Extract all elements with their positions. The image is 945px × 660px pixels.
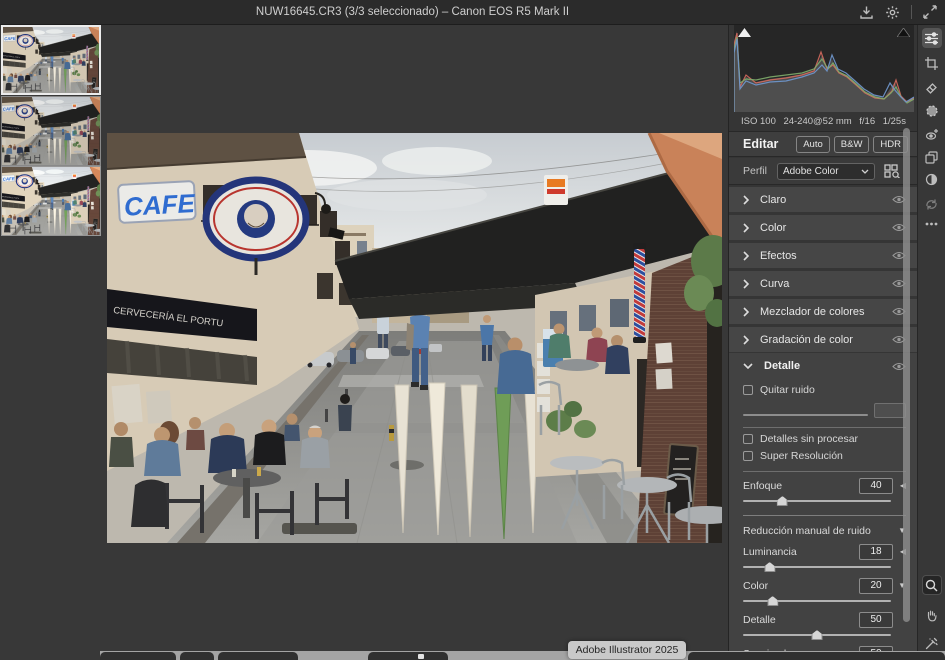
thumbnail-2[interactable]: [1, 96, 101, 166]
section-efectos[interactable]: Efectos: [729, 243, 918, 268]
section-claro[interactable]: Claro: [729, 187, 918, 212]
chevron-right-icon[interactable]: [743, 279, 749, 289]
thumbnail-1-selected[interactable]: [1, 25, 101, 95]
settings-gear-icon[interactable]: [885, 5, 900, 20]
chevron-down-icon[interactable]: [743, 363, 753, 369]
section-detalle-expanded: Detalle Quitar ruido Detalles sin proces…: [729, 353, 918, 652]
profile-value: Adobe Color: [783, 166, 839, 177]
aperture-value: f/16: [859, 116, 875, 127]
versions-icon[interactable]: [922, 147, 942, 167]
quitar-ruido-checkbox[interactable]: [743, 385, 753, 395]
super-resolucion-label: Super Resolución: [760, 450, 843, 462]
dock-app-icon: [418, 654, 424, 659]
sync-icon[interactable]: [922, 194, 942, 214]
chevron-right-icon[interactable]: [743, 251, 749, 261]
slider-thumb[interactable]: [764, 562, 775, 572]
title-bar: NUW16645.CR3 (3/3 seleccionado) – Canon …: [0, 0, 945, 25]
section-detalle-header[interactable]: Detalle: [729, 353, 918, 379]
zoom-tool-icon[interactable]: [922, 575, 942, 595]
section-list: Claro Color Efectos Curva Mezclador de c…: [729, 187, 918, 355]
window-title: NUW16645.CR3 (3/3 seleccionado) – Canon …: [0, 0, 825, 24]
more-options-icon[interactable]: [922, 214, 942, 234]
chevron-right-icon[interactable]: [743, 195, 749, 205]
super-resolucion-checkbox[interactable]: [743, 451, 753, 461]
white-balance-sampler-icon[interactable]: [922, 633, 942, 653]
luminancia-label: Luminancia: [743, 546, 859, 558]
enfoque-value-box[interactable]: 40: [859, 478, 893, 494]
enfoque-slider[interactable]: [743, 496, 891, 506]
healing-remove-tool-icon[interactable]: [922, 77, 942, 97]
chevron-right-icon[interactable]: [743, 335, 749, 345]
section-mezclador[interactable]: Mezclador de colores: [729, 299, 918, 324]
section-color[interactable]: Color: [729, 215, 918, 240]
section-curva[interactable]: Curva: [729, 271, 918, 296]
main-photo-canvas[interactable]: [107, 133, 722, 543]
section-gradacion[interactable]: Gradación de color: [729, 327, 918, 352]
quitar-ruido-label: Quitar ruido: [760, 384, 815, 396]
dock[interactable]: [100, 651, 945, 660]
slider-thumb[interactable]: [767, 596, 778, 606]
color-nr-slider[interactable]: [743, 596, 891, 606]
masking-tool-icon[interactable]: [922, 101, 942, 121]
auto-button[interactable]: Auto: [796, 136, 830, 153]
divider: [743, 471, 906, 472]
detal-nr-value-box[interactable]: 50: [859, 612, 893, 628]
slider-thumb[interactable]: [812, 630, 823, 640]
detal-nr-label: Detalle: [743, 614, 859, 626]
shadow-clipping-icon[interactable]: [738, 28, 751, 37]
profile-select[interactable]: Adobe Color: [777, 163, 875, 180]
edit-tool-icon[interactable]: [922, 28, 942, 48]
browse-profiles-icon[interactable]: [884, 164, 900, 178]
color-nr-value-box[interactable]: 20: [859, 578, 893, 594]
panel-title: Editar: [743, 137, 792, 151]
capture-info: ISO 100 24-240@52 mm f/16 1/25s: [734, 113, 913, 129]
detalles-sin-procesar-label: Detalles sin procesar: [760, 433, 858, 445]
crop-tool-icon[interactable]: [922, 53, 942, 73]
reduccion-manual-label: Reducción manual de ruido: [743, 525, 893, 537]
lens-value: 24-240@52 mm: [783, 116, 851, 127]
luminancia-slider[interactable]: [743, 562, 891, 572]
histogram[interactable]: [734, 25, 914, 112]
export-icon[interactable]: [859, 5, 874, 20]
edit-panel: ISO 100 24-240@52 mm f/16 1/25s Editar A…: [728, 24, 918, 660]
divider: [743, 427, 906, 428]
tool-rail: [917, 24, 945, 660]
thumbnail-3[interactable]: [1, 166, 101, 236]
shutter-value: 1/25s: [883, 116, 906, 127]
quitar-ruido-amount-slider-disabled: [743, 403, 906, 418]
enfoque-label: Enfoque: [743, 480, 859, 492]
profile-label: Perfil: [743, 165, 767, 177]
dock-tooltip: Adobe Illustrator 2025: [568, 641, 686, 659]
luminancia-value-box[interactable]: 18: [859, 544, 893, 560]
bw-button[interactable]: B&W: [834, 136, 870, 153]
slider-thumb[interactable]: [777, 496, 788, 506]
highlight-clipping-icon[interactable]: [897, 28, 910, 37]
red-eye-tool-icon[interactable]: [922, 124, 942, 144]
chevron-down-icon: [861, 169, 869, 174]
chevron-right-icon[interactable]: [743, 223, 749, 233]
detalles-sin-procesar-checkbox[interactable]: [743, 434, 753, 444]
titlebar-divider: [911, 5, 912, 19]
panel-scrollbar[interactable]: [903, 128, 910, 622]
fullscreen-icon[interactable]: [923, 5, 937, 19]
quitar-ruido-value-box: [874, 403, 906, 418]
filmstrip: [0, 24, 104, 660]
detal-nr-slider[interactable]: [743, 630, 891, 640]
hand-tool-icon[interactable]: [922, 605, 942, 625]
color-nr-label: Color: [743, 580, 859, 592]
iso-value: ISO 100: [741, 116, 776, 127]
chevron-right-icon[interactable]: [743, 307, 749, 317]
presets-icon[interactable]: [922, 169, 942, 189]
